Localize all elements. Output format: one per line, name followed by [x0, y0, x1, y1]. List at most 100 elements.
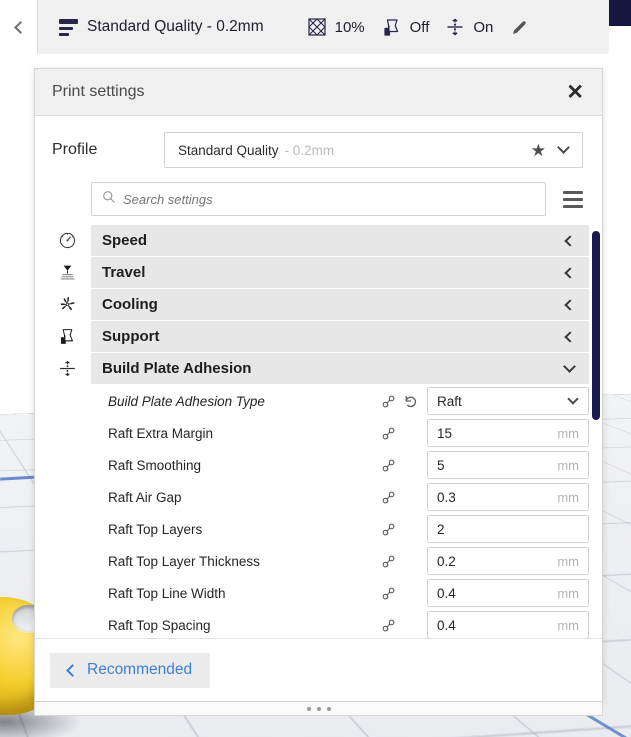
- fan-icon: [56, 294, 78, 316]
- support-icon: [56, 326, 78, 348]
- toolbar-infill-button[interactable]: 10%: [308, 0, 365, 54]
- profile-dropdown[interactable]: Standard Quality - 0.2mm ★: [164, 132, 583, 168]
- setting-unit: mm: [557, 585, 579, 601]
- setting-row: Raft Smoothing 5 mm: [91, 449, 589, 481]
- search-icon: [102, 190, 116, 209]
- scrollbar-thumb[interactable]: [592, 231, 600, 420]
- chevron-down-icon: [567, 393, 579, 405]
- revert-arrow-icon[interactable]: [399, 390, 421, 412]
- setting-label: Raft Top Line Width: [108, 585, 226, 601]
- panel-footer: Recommended: [35, 638, 602, 701]
- setting-label: Raft Air Gap: [108, 489, 182, 505]
- speedometer-icon: [56, 230, 78, 252]
- settings-category-cooling[interactable]: Cooling: [60, 289, 589, 321]
- setting-select[interactable]: Raft: [427, 387, 589, 415]
- toolbar-profile-button[interactable]: Standard Quality - 0.2mm: [38, 0, 264, 54]
- setting-input[interactable]: 0.4 mm: [427, 611, 589, 638]
- setting-row: Raft Air Gap 0.3 mm: [91, 481, 589, 513]
- recommended-label: Recommended: [87, 661, 193, 678]
- profile-name: Standard Quality: [178, 142, 279, 158]
- settings-category-build-plate-adhesion[interactable]: Build Plate Adhesion: [59, 353, 589, 385]
- category-label: Build Plate Adhesion: [102, 360, 252, 377]
- chain-link-icon[interactable]: [377, 582, 399, 604]
- setting-label: Raft Top Layer Thickness: [108, 553, 260, 569]
- setting-input[interactable]: 0.2 mm: [427, 547, 589, 575]
- collapse-panel-button[interactable]: [0, 0, 37, 54]
- settings-rows: Speed Travel Cooling Support Build Plate Adh…: [59, 225, 589, 638]
- pencil-icon: [511, 19, 528, 36]
- setting-value: 15: [437, 425, 453, 441]
- search-box[interactable]: [91, 182, 546, 216]
- settings-category-support[interactable]: Support: [60, 321, 589, 353]
- chevron-left-icon: [564, 330, 576, 343]
- settings-scrollbar[interactable]: [589, 225, 602, 638]
- revert-icon-placeholder: [399, 550, 421, 572]
- panel-resize-grip[interactable]: [34, 702, 603, 716]
- revert-icon-placeholder: [399, 454, 421, 476]
- search-row: [35, 182, 602, 216]
- setting-input[interactable]: 5 mm: [427, 451, 589, 479]
- chevron-left-icon: [564, 234, 576, 247]
- chain-link-icon[interactable]: [377, 518, 399, 540]
- quality-layers-icon: [59, 18, 78, 36]
- chain-link-icon[interactable]: [377, 486, 399, 508]
- chain-link-icon[interactable]: [377, 550, 399, 572]
- setting-input[interactable]: 0.4 mm: [427, 579, 589, 607]
- setting-input[interactable]: 2: [427, 515, 589, 543]
- setting-value: 5: [437, 457, 445, 473]
- settings-scroll-area[interactable]: Speed Travel Cooling Support Build Plate Adh…: [35, 225, 602, 638]
- chain-link-icon[interactable]: [377, 390, 399, 412]
- toolbar-infill-value: 10%: [334, 18, 365, 36]
- profile-sub: - 0.2mm: [284, 142, 335, 158]
- revert-icon-placeholder: [399, 582, 421, 604]
- settings-category-speed[interactable]: Speed: [59, 225, 589, 257]
- setting-label: Raft Top Layers: [108, 521, 203, 537]
- setting-value: 0.3: [437, 489, 456, 505]
- print-settings-panel: Print settings ✕ Profile Standard Qualit…: [34, 68, 603, 702]
- revert-icon-placeholder: [399, 422, 421, 444]
- travel-nozzle-icon: [56, 262, 78, 284]
- setting-unit: mm: [557, 489, 579, 505]
- category-label: Support: [102, 328, 160, 345]
- setting-value: 2: [437, 521, 445, 537]
- top-toolbar: Standard Quality - 0.2mm 10% Off On: [0, 0, 609, 54]
- setting-row: Raft Top Line Width 0.4 mm: [91, 577, 589, 609]
- recommended-mode-button[interactable]: Recommended: [50, 652, 211, 688]
- adhesion-icon: [56, 358, 78, 380]
- build-plate-adhesion-icon: [446, 18, 464, 36]
- settings-category-travel[interactable]: Travel: [60, 257, 589, 289]
- setting-input[interactable]: 15 mm: [427, 419, 589, 447]
- page-title: Print settings: [52, 83, 145, 100]
- setting-unit: mm: [557, 553, 579, 569]
- setting-value: 0.4: [437, 617, 456, 633]
- setting-value: 0.2: [437, 553, 456, 569]
- close-icon[interactable]: ✕: [566, 82, 584, 103]
- toolbar-adhesion-button[interactable]: On: [446, 0, 493, 54]
- chevron-left-icon: [564, 266, 576, 279]
- toolbar-edit-button[interactable]: [511, 0, 540, 54]
- toolbar-profile-label: Standard Quality - 0.2mm: [87, 18, 264, 35]
- revert-icon-placeholder: [399, 486, 421, 508]
- setting-row: Raft Top Layers 2: [91, 513, 589, 545]
- setting-row: Build Plate Adhesion Type Raft: [91, 385, 589, 417]
- profile-label: Profile: [52, 141, 98, 158]
- support-icon: [383, 18, 401, 37]
- setting-value: Raft: [437, 393, 462, 409]
- setting-row: Raft Extra Margin 15 mm: [91, 417, 589, 449]
- setting-label: Build Plate Adhesion Type: [108, 393, 265, 409]
- hamburger-menu-icon[interactable]: [563, 190, 583, 208]
- search-input[interactable]: [123, 191, 535, 207]
- profile-row: Profile Standard Quality - 0.2mm ★: [35, 116, 602, 182]
- chain-link-icon[interactable]: [377, 422, 399, 444]
- setting-unit: mm: [557, 457, 579, 473]
- setting-row: Raft Top Layer Thickness 0.2 mm: [91, 545, 589, 577]
- revert-icon-placeholder: [399, 518, 421, 540]
- toolbar-support-value: Off: [409, 18, 430, 36]
- setting-input[interactable]: 0.3 mm: [427, 483, 589, 511]
- toolbar-support-button[interactable]: Off: [383, 0, 430, 54]
- chain-link-icon[interactable]: [377, 614, 399, 636]
- chevron-down-icon: [563, 359, 576, 373]
- star-icon[interactable]: ★: [531, 142, 546, 159]
- chain-link-icon[interactable]: [377, 454, 399, 476]
- setting-row: Raft Top Spacing 0.4 mm: [91, 609, 589, 638]
